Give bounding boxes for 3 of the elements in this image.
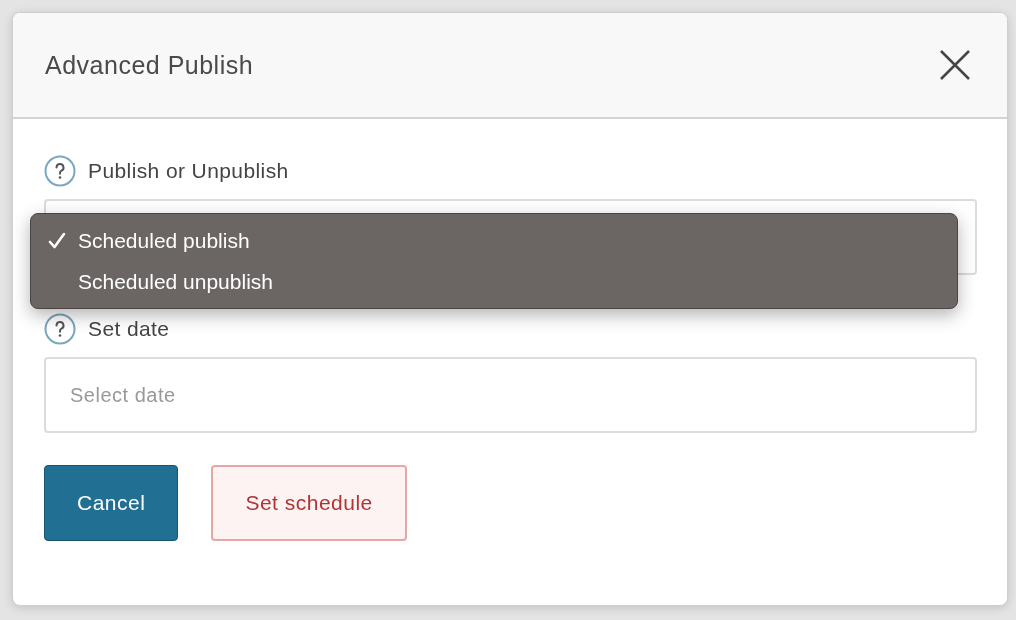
field-label: Set date bbox=[88, 317, 170, 341]
dialog-title: Advanced Publish bbox=[45, 50, 254, 80]
field-label: Publish or Unpublish bbox=[88, 159, 289, 183]
